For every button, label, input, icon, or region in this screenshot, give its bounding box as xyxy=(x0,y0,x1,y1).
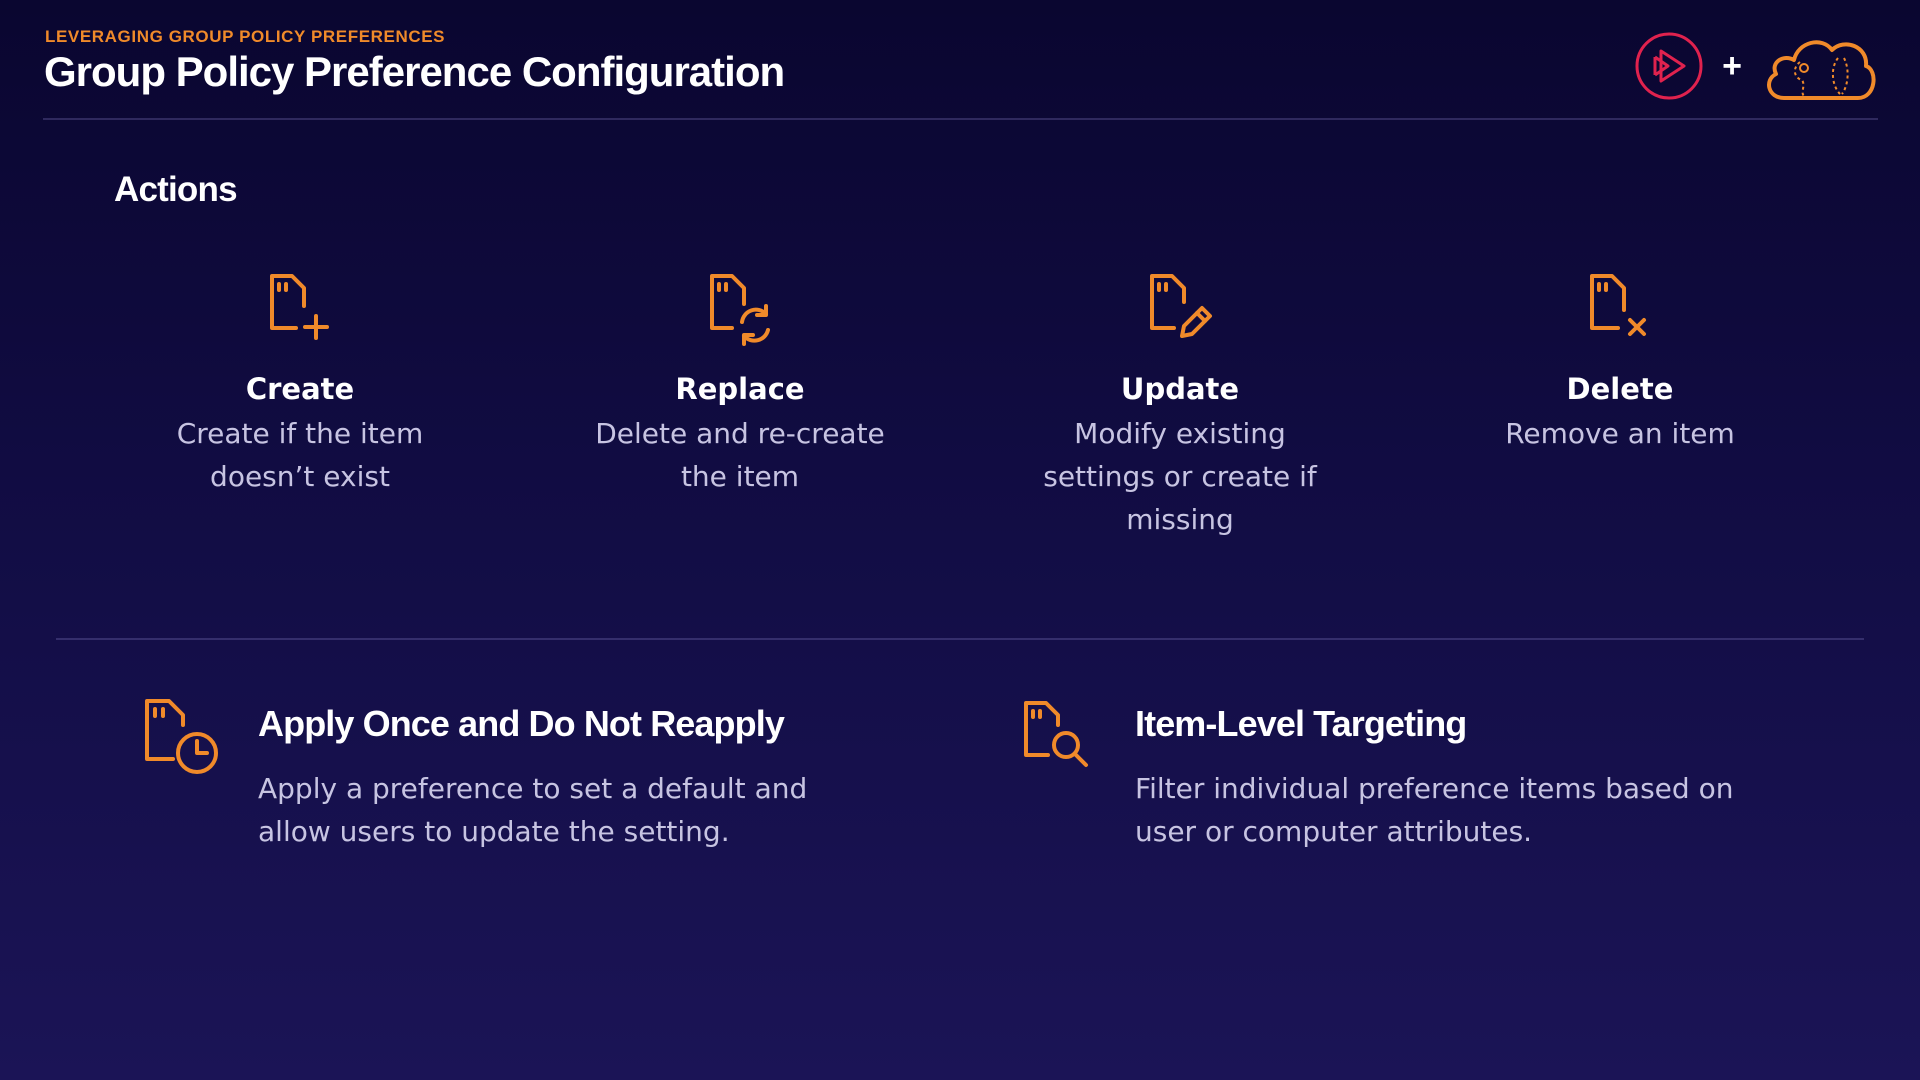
feature-apply-once: Apply Once and Do Not Reapply Apply a pr… xyxy=(143,695,878,853)
file-x-icon xyxy=(1590,274,1646,336)
header-divider xyxy=(43,118,1878,120)
play-logo-icon xyxy=(1635,32,1703,100)
page-title: Group Policy Preference Configuration xyxy=(44,48,785,95)
eyebrow-label: LEVERAGING GROUP POLICY PREFERENCES xyxy=(45,27,446,46)
feature-title: Apply Once and Do Not Reapply xyxy=(258,703,785,744)
action-description: Remove an item xyxy=(1505,417,1735,450)
action-description: Modify existing settings or create if mi… xyxy=(1043,417,1317,536)
file-clock-icon xyxy=(145,699,218,774)
file-search-icon xyxy=(1024,701,1088,767)
feature-title: Item-Level Targeting xyxy=(1135,703,1467,744)
section-divider xyxy=(56,638,1864,640)
file-edit-icon xyxy=(1150,274,1212,338)
feature-description: Filter individual preference items based… xyxy=(1135,772,1734,848)
action-title: Delete xyxy=(1566,372,1674,406)
logo-group: + xyxy=(1634,28,1878,104)
file-refresh-icon xyxy=(710,274,770,346)
action-update: Update Modify existing settings or creat… xyxy=(960,270,1400,541)
actions-row: Create Create if the item doesn’t exist … xyxy=(80,270,1840,541)
feature-item-level-targeting: Item-Level Targeting Filter individual p… xyxy=(1020,695,1775,853)
section-title: Actions xyxy=(114,170,238,209)
cloud-logo-icon xyxy=(1767,40,1876,100)
action-title: Replace xyxy=(675,372,805,406)
action-description: Create if the item doesn’t exist xyxy=(176,417,424,493)
action-description: Delete and re-create the item xyxy=(595,417,885,493)
plus-sign: + xyxy=(1722,47,1742,85)
feature-description: Apply a preference to set a default and … xyxy=(258,772,808,848)
action-delete: Delete Remove an item xyxy=(1400,270,1840,541)
action-create: Create Create if the item doesn’t exist xyxy=(80,270,520,541)
action-title: Create xyxy=(245,372,355,406)
file-plus-icon xyxy=(270,274,329,340)
action-replace: Replace Delete and re-create the item xyxy=(520,270,960,541)
action-title: Update xyxy=(1120,372,1240,406)
